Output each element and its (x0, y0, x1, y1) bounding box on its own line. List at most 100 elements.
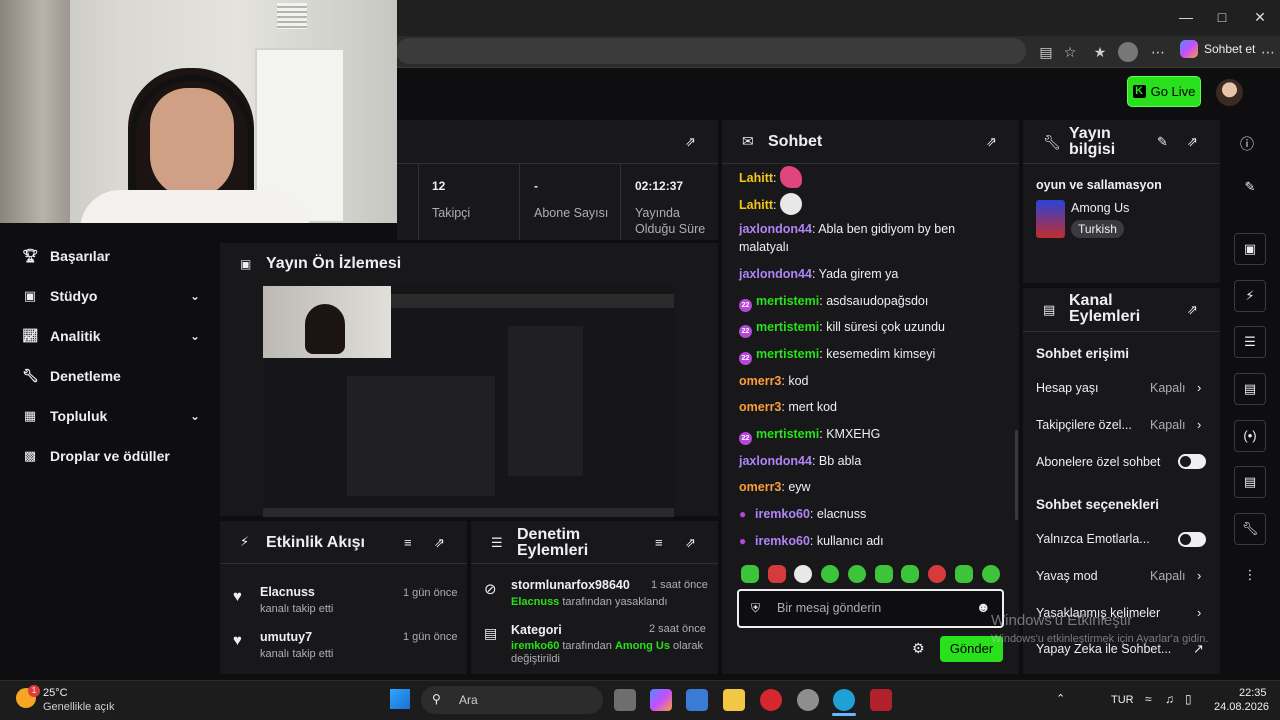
filter-icon[interactable]: ≡ (404, 535, 412, 550)
favorites-icon[interactable]: ★ (1090, 42, 1110, 62)
mod-item-name[interactable]: Kategori (511, 623, 562, 637)
chat-username[interactable]: omerr3 (739, 400, 781, 414)
account-age-label[interactable]: Hesap yaşı (1036, 381, 1099, 395)
emote-icon[interactable] (955, 565, 973, 583)
emote-icon[interactable] (901, 565, 919, 583)
chat-username[interactable]: mertistemi (756, 294, 819, 308)
among-us-icon[interactable] (870, 689, 892, 711)
emote-icon[interactable] (794, 565, 812, 583)
copilot-button[interactable]: Sohbet et (1180, 40, 1255, 58)
channel-rail-icon[interactable]: ▤ (1234, 466, 1266, 498)
clock-time[interactable]: 22:35 (1239, 687, 1267, 699)
emote-icon[interactable] (768, 565, 786, 583)
chat-rail-icon[interactable]: ▤ (1234, 373, 1266, 405)
emote-icon[interactable] (821, 565, 839, 583)
favorite-star-icon[interactable]: ☆ (1060, 42, 1080, 62)
profile-icon[interactable] (1118, 42, 1138, 62)
edge-icon[interactable] (833, 689, 855, 711)
preview-rail-icon[interactable]: ▣ (1234, 233, 1266, 265)
chat-username[interactable]: mertistemi (756, 427, 819, 441)
chat-username[interactable]: iremko60 (755, 507, 810, 521)
sidebar-item-analytics[interactable]: 📈︎ Analitik ⌄ (22, 321, 212, 351)
subs-only-toggle[interactable] (1178, 454, 1206, 469)
chat-username[interactable]: iremko60 (755, 534, 810, 548)
clock-date[interactable]: 24.08.2026 (1214, 701, 1269, 713)
filter-icon[interactable]: ≡ (655, 535, 663, 550)
stream-preview-image[interactable] (263, 286, 674, 517)
slow-mode-label[interactable]: Yavaş mod (1036, 569, 1098, 583)
sidebar-item-community[interactable]: ▦ Topluluk ⌄ (22, 401, 212, 431)
category-name[interactable]: Among Us (1071, 201, 1129, 215)
chat-username[interactable]: omerr3 (739, 374, 781, 388)
emote-icon[interactable] (875, 565, 893, 583)
more-icon[interactable]: ⋯ (1148, 42, 1168, 62)
wrench-rail-icon[interactable]: 🔧︎ (1234, 513, 1266, 545)
edit-icon[interactable]: ✎ (1234, 172, 1266, 204)
chevron-right-icon[interactable]: › (1197, 568, 1201, 583)
sidebar-item-drops[interactable]: ▩ Droplar ve ödüller (22, 441, 212, 471)
sidebar-toggle-icon[interactable]: ⋯ (1258, 42, 1278, 62)
emote-icon[interactable] (928, 565, 946, 583)
sidebar-item-achievements[interactable]: 🏆︎ Başarılar (22, 241, 212, 271)
lightning-rail-icon[interactable]: ⚡︎ (1234, 280, 1266, 312)
chat-username[interactable]: jaxlondon44 (739, 222, 812, 236)
emote-icon[interactable] (741, 565, 759, 583)
divider (1023, 163, 1220, 164)
popout-icon[interactable]: ⇗ (434, 535, 445, 551)
minimize-icon[interactable]: — (1174, 6, 1198, 28)
file-explorer-icon[interactable] (723, 689, 745, 711)
edit-icon[interactable]: ✎ (1157, 134, 1168, 150)
avatar[interactable] (1216, 79, 1243, 106)
wifi-icon[interactable]: ≈ (1145, 692, 1152, 706)
category-thumbnail[interactable] (1036, 200, 1065, 238)
windows-start-icon[interactable] (390, 689, 410, 709)
chat-username[interactable]: Lahitt (739, 171, 773, 185)
taskbar-search[interactable]: Ara (421, 686, 603, 714)
popout-icon[interactable]: ⇗ (685, 535, 696, 551)
preview-browser-bar (391, 294, 674, 308)
popout-icon[interactable]: ⇗ (1187, 302, 1198, 318)
chat-username[interactable]: omerr3 (739, 480, 781, 494)
sidebar-item-moderation[interactable]: 🔧︎ Denetleme (22, 361, 212, 391)
keyboard-language[interactable]: TUR (1111, 694, 1134, 706)
info-icon[interactable]: ⓘ (1240, 134, 1254, 154)
emote-icon[interactable] (848, 565, 866, 583)
chevron-right-icon[interactable]: › (1197, 417, 1201, 432)
popout-icon[interactable]: ⇗ (685, 134, 696, 150)
chatgpt-icon[interactable] (797, 689, 819, 711)
chevron-up-icon[interactable]: ⌃ (1056, 692, 1065, 705)
volume-icon[interactable]: ♫ (1165, 692, 1174, 706)
reading-view-icon[interactable]: ▤ (1036, 42, 1056, 62)
chat-username[interactable]: jaxlondon44 (739, 454, 812, 468)
task-view-icon[interactable] (614, 689, 636, 711)
mod-item-name[interactable]: stormlunarfox98640 (511, 578, 630, 592)
chat-username[interactable]: jaxlondon44 (739, 267, 812, 281)
battery-icon[interactable]: ▯ (1185, 692, 1192, 706)
sidebar-item-studio[interactable]: ▣ Stüdyo ⌄ (22, 281, 212, 311)
apps-icon[interactable]: ⋮ (1234, 560, 1266, 592)
emote-icon[interactable] (982, 565, 1000, 583)
gear-icon[interactable]: ⚙︎ (912, 640, 925, 657)
feed-item-name[interactable]: umutuy7 (260, 630, 312, 644)
chat-scrollbar[interactable] (1015, 430, 1018, 520)
chevron-right-icon[interactable]: › (1197, 605, 1201, 620)
close-icon[interactable]: ✕ (1248, 6, 1272, 28)
chat-username[interactable]: mertistemi (756, 320, 819, 334)
copilot-taskbar-icon[interactable] (650, 689, 672, 711)
broadcast-rail-icon[interactable]: (•) (1234, 420, 1266, 452)
emoji-icon[interactable]: ☻ (976, 599, 991, 615)
followers-only-label[interactable]: Takipçilere özel... (1036, 418, 1132, 432)
popout-icon[interactable]: ⇗ (1187, 134, 1198, 150)
emote-only-toggle[interactable] (1178, 532, 1206, 547)
chat-username[interactable]: mertistemi (756, 347, 819, 361)
opera-icon[interactable] (760, 689, 782, 711)
chevron-right-icon[interactable]: › (1197, 380, 1201, 395)
popout-icon[interactable]: ⇗ (986, 134, 997, 150)
address-bar[interactable] (396, 38, 1026, 64)
feed-item-name[interactable]: Elacnuss (260, 585, 315, 599)
chat-username[interactable]: Lahitt (739, 198, 773, 212)
store-icon[interactable] (686, 689, 708, 711)
maximize-icon[interactable]: □ (1210, 6, 1234, 28)
go-live-button[interactable]: K Go Live (1128, 77, 1200, 106)
list-rail-icon[interactable]: ☰ (1234, 326, 1266, 358)
